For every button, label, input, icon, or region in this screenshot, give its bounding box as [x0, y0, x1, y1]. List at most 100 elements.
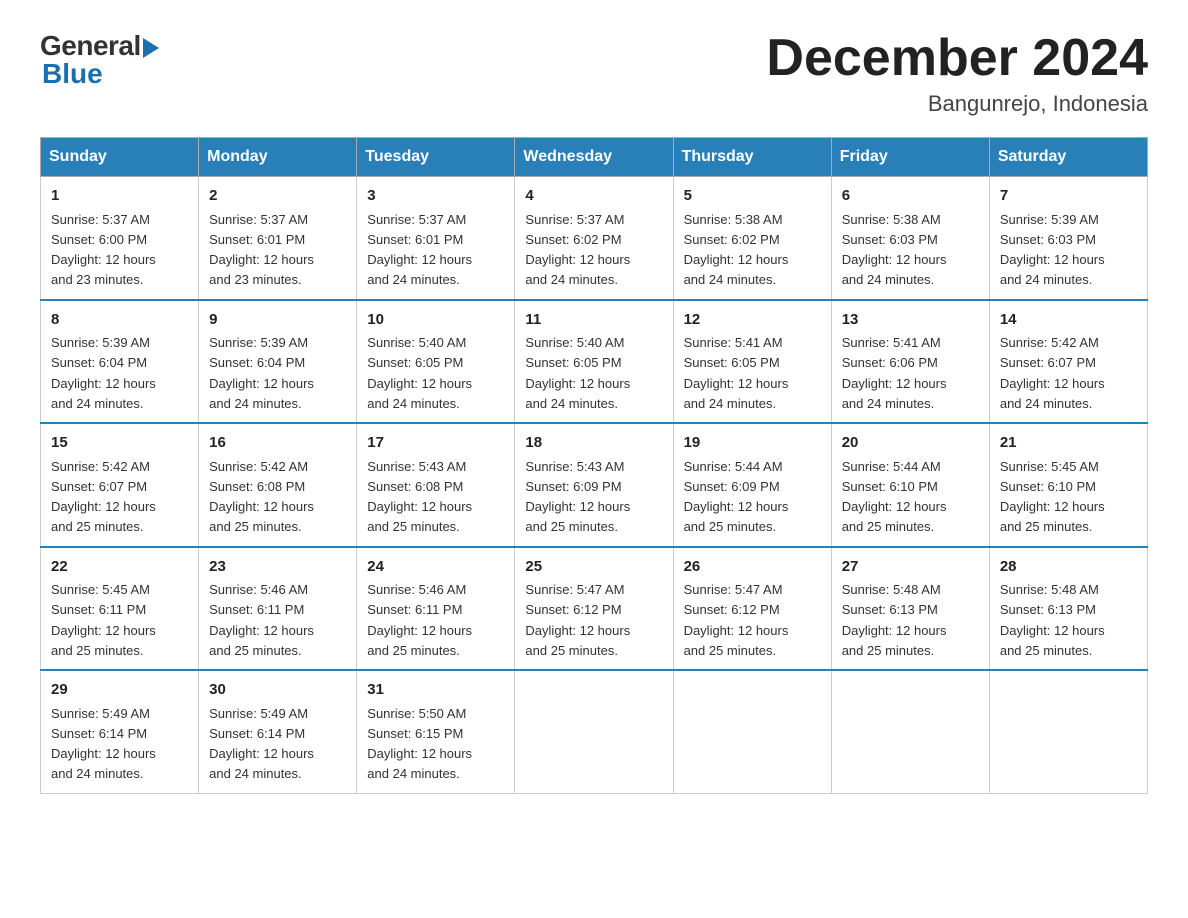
day-info: Sunrise: 5:49 AMSunset: 6:14 PMDaylight:… [51, 706, 156, 782]
calendar-cell: 10 Sunrise: 5:40 AMSunset: 6:05 PMDaylig… [357, 300, 515, 424]
day-info: Sunrise: 5:48 AMSunset: 6:13 PMDaylight:… [1000, 582, 1105, 658]
calendar-cell: 22 Sunrise: 5:45 AMSunset: 6:11 PMDaylig… [41, 547, 199, 671]
day-info: Sunrise: 5:45 AMSunset: 6:10 PMDaylight:… [1000, 459, 1105, 535]
day-number: 23 [209, 556, 346, 579]
calendar-cell: 20 Sunrise: 5:44 AMSunset: 6:10 PMDaylig… [831, 423, 989, 547]
logo-text-blue: Blue [42, 58, 103, 90]
col-tuesday: Tuesday [357, 138, 515, 177]
calendar-cell: 23 Sunrise: 5:46 AMSunset: 6:11 PMDaylig… [199, 547, 357, 671]
calendar-week-2: 8 Sunrise: 5:39 AMSunset: 6:04 PMDayligh… [41, 300, 1148, 424]
logo: General Blue [40, 30, 159, 90]
calendar-cell: 24 Sunrise: 5:46 AMSunset: 6:11 PMDaylig… [357, 547, 515, 671]
calendar-cell: 2 Sunrise: 5:37 AMSunset: 6:01 PMDayligh… [199, 177, 357, 300]
day-number: 9 [209, 309, 346, 332]
calendar-cell: 31 Sunrise: 5:50 AMSunset: 6:15 PMDaylig… [357, 670, 515, 793]
day-info: Sunrise: 5:39 AMSunset: 6:04 PMDaylight:… [51, 335, 156, 411]
day-number: 3 [367, 185, 504, 208]
day-number: 20 [842, 432, 979, 455]
calendar-cell: 5 Sunrise: 5:38 AMSunset: 6:02 PMDayligh… [673, 177, 831, 300]
day-info: Sunrise: 5:47 AMSunset: 6:12 PMDaylight:… [684, 582, 789, 658]
calendar-cell: 6 Sunrise: 5:38 AMSunset: 6:03 PMDayligh… [831, 177, 989, 300]
day-number: 31 [367, 679, 504, 702]
calendar-cell: 12 Sunrise: 5:41 AMSunset: 6:05 PMDaylig… [673, 300, 831, 424]
day-info: Sunrise: 5:42 AMSunset: 6:07 PMDaylight:… [1000, 335, 1105, 411]
day-info: Sunrise: 5:42 AMSunset: 6:07 PMDaylight:… [51, 459, 156, 535]
day-number: 13 [842, 309, 979, 332]
calendar-cell: 27 Sunrise: 5:48 AMSunset: 6:13 PMDaylig… [831, 547, 989, 671]
day-info: Sunrise: 5:42 AMSunset: 6:08 PMDaylight:… [209, 459, 314, 535]
day-number: 19 [684, 432, 821, 455]
calendar-cell: 11 Sunrise: 5:40 AMSunset: 6:05 PMDaylig… [515, 300, 673, 424]
day-number: 28 [1000, 556, 1137, 579]
day-number: 1 [51, 185, 188, 208]
day-info: Sunrise: 5:39 AMSunset: 6:04 PMDaylight:… [209, 335, 314, 411]
day-number: 24 [367, 556, 504, 579]
day-number: 14 [1000, 309, 1137, 332]
day-number: 21 [1000, 432, 1137, 455]
calendar-cell: 21 Sunrise: 5:45 AMSunset: 6:10 PMDaylig… [989, 423, 1147, 547]
calendar-cell: 7 Sunrise: 5:39 AMSunset: 6:03 PMDayligh… [989, 177, 1147, 300]
day-number: 6 [842, 185, 979, 208]
day-info: Sunrise: 5:43 AMSunset: 6:08 PMDaylight:… [367, 459, 472, 535]
day-number: 2 [209, 185, 346, 208]
day-number: 22 [51, 556, 188, 579]
calendar-cell: 4 Sunrise: 5:37 AMSunset: 6:02 PMDayligh… [515, 177, 673, 300]
calendar-cell [831, 670, 989, 793]
day-info: Sunrise: 5:38 AMSunset: 6:03 PMDaylight:… [842, 212, 947, 288]
day-number: 26 [684, 556, 821, 579]
calendar-cell: 19 Sunrise: 5:44 AMSunset: 6:09 PMDaylig… [673, 423, 831, 547]
day-number: 12 [684, 309, 821, 332]
calendar-table: Sunday Monday Tuesday Wednesday Thursday… [40, 137, 1148, 794]
day-info: Sunrise: 5:37 AMSunset: 6:01 PMDaylight:… [209, 212, 314, 288]
day-number: 27 [842, 556, 979, 579]
calendar-week-4: 22 Sunrise: 5:45 AMSunset: 6:11 PMDaylig… [41, 547, 1148, 671]
day-info: Sunrise: 5:47 AMSunset: 6:12 PMDaylight:… [525, 582, 630, 658]
col-thursday: Thursday [673, 138, 831, 177]
day-number: 15 [51, 432, 188, 455]
day-info: Sunrise: 5:38 AMSunset: 6:02 PMDaylight:… [684, 212, 789, 288]
day-info: Sunrise: 5:39 AMSunset: 6:03 PMDaylight:… [1000, 212, 1105, 288]
day-number: 5 [684, 185, 821, 208]
col-friday: Friday [831, 138, 989, 177]
calendar-cell: 26 Sunrise: 5:47 AMSunset: 6:12 PMDaylig… [673, 547, 831, 671]
day-number: 18 [525, 432, 662, 455]
day-info: Sunrise: 5:50 AMSunset: 6:15 PMDaylight:… [367, 706, 472, 782]
calendar-cell: 1 Sunrise: 5:37 AMSunset: 6:00 PMDayligh… [41, 177, 199, 300]
day-info: Sunrise: 5:49 AMSunset: 6:14 PMDaylight:… [209, 706, 314, 782]
day-number: 10 [367, 309, 504, 332]
calendar-week-1: 1 Sunrise: 5:37 AMSunset: 6:00 PMDayligh… [41, 177, 1148, 300]
page-header: General Blue December 2024 Bangunrejo, I… [40, 30, 1148, 117]
calendar-cell: 13 Sunrise: 5:41 AMSunset: 6:06 PMDaylig… [831, 300, 989, 424]
day-info: Sunrise: 5:43 AMSunset: 6:09 PMDaylight:… [525, 459, 630, 535]
calendar-week-5: 29 Sunrise: 5:49 AMSunset: 6:14 PMDaylig… [41, 670, 1148, 793]
calendar-cell: 16 Sunrise: 5:42 AMSunset: 6:08 PMDaylig… [199, 423, 357, 547]
day-info: Sunrise: 5:44 AMSunset: 6:09 PMDaylight:… [684, 459, 789, 535]
calendar-cell: 28 Sunrise: 5:48 AMSunset: 6:13 PMDaylig… [989, 547, 1147, 671]
day-info: Sunrise: 5:45 AMSunset: 6:11 PMDaylight:… [51, 582, 156, 658]
calendar-cell: 29 Sunrise: 5:49 AMSunset: 6:14 PMDaylig… [41, 670, 199, 793]
day-info: Sunrise: 5:40 AMSunset: 6:05 PMDaylight:… [367, 335, 472, 411]
calendar-cell: 9 Sunrise: 5:39 AMSunset: 6:04 PMDayligh… [199, 300, 357, 424]
calendar-cell: 3 Sunrise: 5:37 AMSunset: 6:01 PMDayligh… [357, 177, 515, 300]
day-info: Sunrise: 5:41 AMSunset: 6:06 PMDaylight:… [842, 335, 947, 411]
calendar-header-row: Sunday Monday Tuesday Wednesday Thursday… [41, 138, 1148, 177]
day-info: Sunrise: 5:37 AMSunset: 6:01 PMDaylight:… [367, 212, 472, 288]
calendar-cell: 17 Sunrise: 5:43 AMSunset: 6:08 PMDaylig… [357, 423, 515, 547]
day-number: 16 [209, 432, 346, 455]
day-number: 17 [367, 432, 504, 455]
col-wednesday: Wednesday [515, 138, 673, 177]
calendar-cell [673, 670, 831, 793]
day-number: 11 [525, 309, 662, 332]
month-title: December 2024 [766, 30, 1148, 87]
calendar-cell: 25 Sunrise: 5:47 AMSunset: 6:12 PMDaylig… [515, 547, 673, 671]
logo-triangle-icon [143, 38, 159, 58]
day-info: Sunrise: 5:37 AMSunset: 6:02 PMDaylight:… [525, 212, 630, 288]
day-number: 29 [51, 679, 188, 702]
day-number: 30 [209, 679, 346, 702]
location: Bangunrejo, Indonesia [766, 91, 1148, 117]
col-saturday: Saturday [989, 138, 1147, 177]
day-number: 4 [525, 185, 662, 208]
calendar-cell: 8 Sunrise: 5:39 AMSunset: 6:04 PMDayligh… [41, 300, 199, 424]
day-info: Sunrise: 5:41 AMSunset: 6:05 PMDaylight:… [684, 335, 789, 411]
calendar-cell: 14 Sunrise: 5:42 AMSunset: 6:07 PMDaylig… [989, 300, 1147, 424]
